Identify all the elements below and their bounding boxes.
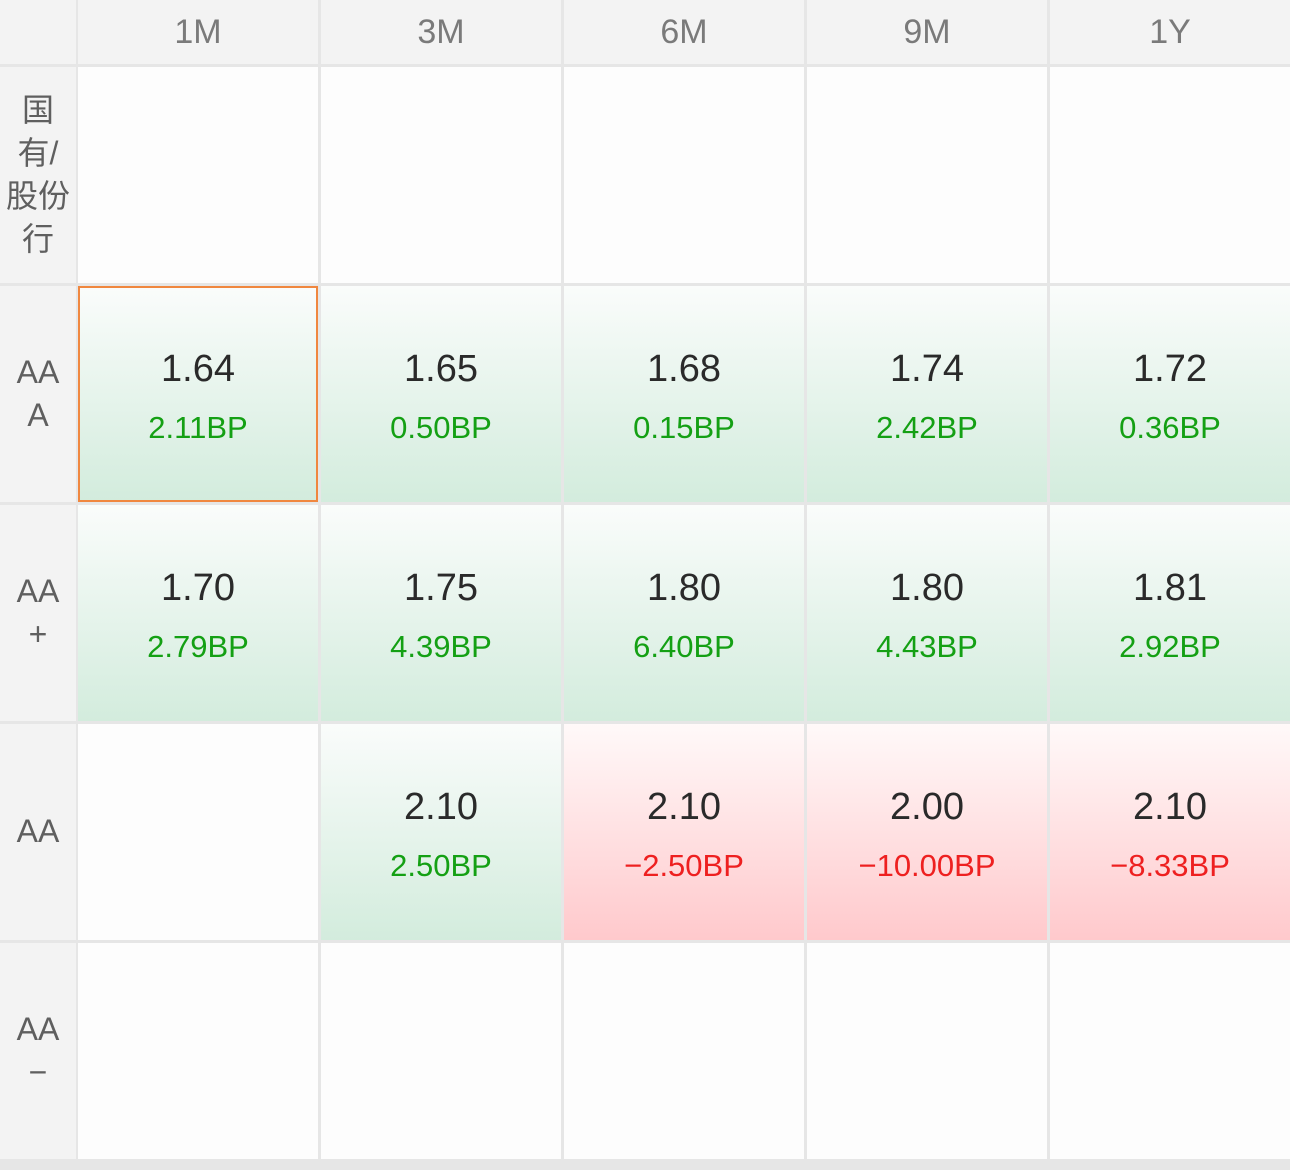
rate-change: 0.50BP xyxy=(390,409,492,445)
rate-cell[interactable]: 2.10 −8.33BP xyxy=(1050,724,1290,940)
rate-cell[interactable] xyxy=(78,943,318,1159)
column-header-9m[interactable]: 9M xyxy=(807,0,1047,64)
rate-cell[interactable]: 1.64 2.11BP xyxy=(78,286,318,502)
rate-value: 1.70 xyxy=(161,566,235,609)
rate-cell[interactable] xyxy=(321,67,561,283)
rate-cell[interactable]: 2.10 −2.50BP xyxy=(564,724,804,940)
rate-value: 2.10 xyxy=(1133,785,1207,828)
row-header: AA A xyxy=(0,286,76,502)
rate-value: 1.74 xyxy=(890,347,964,390)
rate-cell[interactable]: 1.80 6.40BP xyxy=(564,505,804,721)
rate-change: 4.43BP xyxy=(876,628,978,664)
rate-change: −8.33BP xyxy=(1110,847,1230,883)
row-header: AA xyxy=(0,724,76,940)
rate-change: 2.92BP xyxy=(1119,628,1221,664)
rate-cell[interactable]: 1.74 2.42BP xyxy=(807,286,1047,502)
rate-cell[interactable] xyxy=(1050,67,1290,283)
rate-cell[interactable]: 1.75 4.39BP xyxy=(321,505,561,721)
row-label: AA xyxy=(16,813,60,850)
column-header-1y[interactable]: 1Y xyxy=(1050,0,1290,64)
rate-value: 1.80 xyxy=(890,566,964,609)
row-header: AA − xyxy=(0,943,76,1159)
rate-change: 4.39BP xyxy=(390,628,492,664)
rate-cell[interactable]: 1.72 0.36BP xyxy=(1050,286,1290,502)
rate-cell[interactable] xyxy=(78,724,318,940)
rate-change: 0.15BP xyxy=(633,409,735,445)
rate-value: 1.65 xyxy=(404,347,478,390)
rate-value: 1.72 xyxy=(1133,347,1207,390)
rate-change: 2.79BP xyxy=(147,628,249,664)
rate-cell[interactable]: 1.70 2.79BP xyxy=(78,505,318,721)
rate-cell[interactable] xyxy=(807,943,1047,1159)
rate-cell[interactable]: 2.10 2.50BP xyxy=(321,724,561,940)
rate-cell[interactable] xyxy=(321,943,561,1159)
rate-change: 2.50BP xyxy=(390,847,492,883)
rate-value: 1.64 xyxy=(161,347,235,390)
rate-value: 2.00 xyxy=(890,785,964,828)
rate-cell[interactable]: 1.81 2.92BP xyxy=(1050,505,1290,721)
rate-value: 1.81 xyxy=(1133,566,1207,609)
column-header-3m[interactable]: 3M xyxy=(321,0,561,64)
rate-cell[interactable]: 2.00 −10.00BP xyxy=(807,724,1047,940)
corner-cell xyxy=(0,0,76,64)
rate-matrix: 1M 3M 6M 9M 1Y 国 有/ 股份 行 AA A 1.64 2.11BP 1.65 0.5… xyxy=(0,0,1290,1170)
rate-change: 2.11BP xyxy=(148,409,248,445)
rate-change: −10.00BP xyxy=(858,847,996,883)
row-header: AA + xyxy=(0,505,76,721)
column-header-1m[interactable]: 1M xyxy=(78,0,318,64)
rate-value: 1.75 xyxy=(404,566,478,609)
rate-cell[interactable]: 1.68 0.15BP xyxy=(564,286,804,502)
rate-change: 0.36BP xyxy=(1119,409,1221,445)
row-label: AA + xyxy=(16,572,60,652)
rate-value: 2.10 xyxy=(647,785,721,828)
rate-cell[interactable] xyxy=(564,67,804,283)
rate-value: 1.80 xyxy=(647,566,721,609)
row-label: AA − xyxy=(16,1010,60,1090)
row-header: 国 有/ 股份 行 xyxy=(0,67,76,283)
rate-cell[interactable] xyxy=(78,67,318,283)
row-label: 国 有/ 股份 行 xyxy=(5,91,70,258)
rate-cell[interactable] xyxy=(1050,943,1290,1159)
rate-change: −2.50BP xyxy=(624,847,744,883)
rate-change: 6.40BP xyxy=(633,628,735,664)
rate-change: 2.42BP xyxy=(876,409,978,445)
rate-cell[interactable]: 1.65 0.50BP xyxy=(321,286,561,502)
rate-cell[interactable]: 1.80 4.43BP xyxy=(807,505,1047,721)
rate-value: 2.10 xyxy=(404,785,478,828)
rate-cell[interactable] xyxy=(564,943,804,1159)
row-label: AA A xyxy=(16,353,60,433)
rate-value: 1.68 xyxy=(647,347,721,390)
rate-cell[interactable] xyxy=(807,67,1047,283)
column-header-6m[interactable]: 6M xyxy=(564,0,804,64)
